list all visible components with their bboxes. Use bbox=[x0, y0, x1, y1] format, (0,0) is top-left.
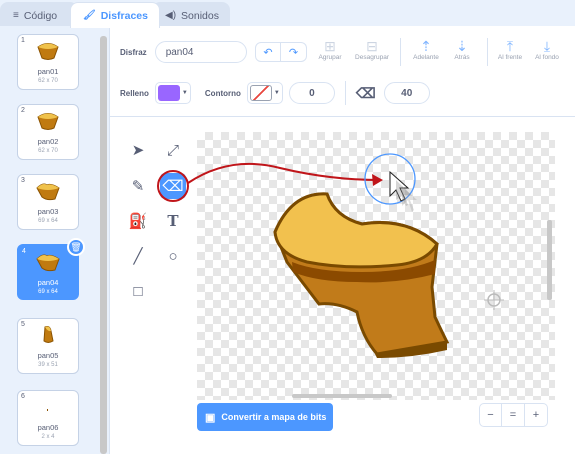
to-front-icon: ⤒ bbox=[506, 38, 514, 54]
undo-button[interactable]: ↶ bbox=[255, 42, 281, 62]
to-back-icon: ⤓ bbox=[543, 38, 551, 54]
speaker-icon: ◀) bbox=[165, 10, 177, 21]
zoom-reset-button[interactable]: = bbox=[502, 403, 525, 427]
forward-icon: ⇡ bbox=[420, 38, 432, 54]
paint-bucket-icon: ⛽ bbox=[128, 213, 148, 230]
costume-item-5[interactable]: 5 pan05 39 x 51 bbox=[17, 318, 79, 374]
circle-icon: ○ bbox=[168, 247, 178, 265]
line-tool[interactable]: ╱ bbox=[125, 243, 151, 269]
chevron-down-icon: ▼ bbox=[181, 90, 188, 96]
canvas-vertical-scrollbar[interactable] bbox=[547, 220, 552, 300]
zoom-in-icon: + bbox=[532, 409, 540, 421]
costume-item-3[interactable]: 3 pan03 69 x 64 bbox=[17, 174, 79, 230]
chevron-down-icon: ▼ bbox=[273, 90, 280, 96]
costume-list: 1 pan01 62 x 70 2 pan02 62 x 70 3 pan03 … bbox=[0, 26, 110, 454]
style-row: Relleno ▼ Contorno ▼ 0 ⌫ 40 bbox=[120, 81, 430, 105]
circle-tool[interactable]: ○ bbox=[160, 243, 186, 269]
costume-item-4-selected[interactable]: 4 pan04 69 x 64 🗑 bbox=[17, 238, 85, 300]
tab-sounds[interactable]: ◀) Sonidos bbox=[152, 2, 230, 28]
line-icon: ╱ bbox=[133, 248, 143, 265]
text-tool[interactable]: T bbox=[160, 208, 186, 234]
editor-tabs: ≡ Código 🖌 Disfraces ◀) Sonidos bbox=[0, 0, 575, 28]
backward-button[interactable]: ⇣ Atrás bbox=[442, 38, 482, 61]
brush-tool[interactable]: ✎ bbox=[125, 173, 151, 199]
costume-item-2[interactable]: 2 pan02 62 x 70 bbox=[17, 104, 79, 160]
costume-drawing bbox=[273, 192, 552, 398]
paint-editor: Disfraz pan04 ↶ ↷ ⊞ Agrupar ⊟ Desagrupar… bbox=[110, 26, 575, 454]
eraser-icon: ⌫ bbox=[162, 178, 184, 195]
zoom-out-button[interactable]: − bbox=[479, 403, 502, 427]
fill-tool[interactable]: ⛽ bbox=[125, 208, 151, 234]
code-icon: ≡ bbox=[13, 10, 19, 21]
to-front-button[interactable]: ⤒ Al frente bbox=[490, 38, 530, 61]
zoom-out-icon: − bbox=[487, 409, 494, 421]
divider bbox=[487, 38, 488, 66]
costume-item-1[interactable]: 1 pan01 62 x 70 bbox=[17, 34, 79, 90]
reshape-tool[interactable]: ⤢ bbox=[160, 137, 186, 163]
select-tool[interactable]: ➤ bbox=[125, 137, 151, 163]
costume-item-6[interactable]: 6 pan06 2 x 4 bbox=[17, 390, 79, 446]
costume-thumbnail bbox=[37, 113, 59, 130]
undo-redo-group: ↶ ↷ bbox=[255, 42, 307, 62]
fill-color-picker[interactable]: ▼ bbox=[154, 82, 191, 104]
delete-costume-button[interactable]: 🗑 bbox=[67, 238, 85, 256]
rectangle-tool[interactable]: □ bbox=[125, 278, 151, 304]
convert-to-bitmap-button[interactable]: ▣ Convertir a mapa de bits bbox=[197, 403, 333, 431]
costume-thumbnail bbox=[36, 183, 60, 201]
rectangle-icon: □ bbox=[133, 282, 143, 300]
trash-icon: 🗑 bbox=[70, 242, 82, 252]
costume-thumbnail bbox=[47, 409, 48, 411]
costume-thumbnail bbox=[37, 43, 59, 60]
to-back-button[interactable]: ⤓ Al fondo bbox=[527, 38, 567, 61]
text-icon: T bbox=[167, 212, 179, 230]
redo-button[interactable]: ↷ bbox=[281, 42, 307, 62]
costume-name-input[interactable]: pan04 bbox=[154, 41, 247, 63]
image-icon: ▣ bbox=[205, 411, 216, 424]
zoom-in-button[interactable]: + bbox=[525, 403, 548, 427]
no-outline-swatch bbox=[249, 85, 272, 101]
forward-button[interactable]: ⇡ Adelante bbox=[406, 38, 446, 61]
divider bbox=[400, 38, 401, 66]
canvas-horizontal-scrollbar[interactable] bbox=[292, 394, 392, 398]
drawing-canvas[interactable] bbox=[197, 132, 555, 400]
costume-thumbnail bbox=[36, 254, 60, 272]
outline-width-input[interactable]: 0 bbox=[288, 82, 335, 104]
redo-icon: ↷ bbox=[288, 46, 299, 59]
group-icon: ⊞ bbox=[324, 38, 336, 54]
costume-name-row: Disfraz pan04 bbox=[120, 41, 247, 63]
tab-code[interactable]: ≡ Código bbox=[0, 2, 78, 28]
costume-list-scrollbar[interactable] bbox=[100, 36, 107, 454]
fill-color-swatch bbox=[157, 85, 180, 101]
ungroup-button[interactable]: ⊟ Desagrupar bbox=[352, 38, 392, 61]
reshape-icon: ⤢ bbox=[166, 141, 179, 159]
toolbar-divider bbox=[110, 116, 575, 117]
eraser-tool[interactable]: ⌫ bbox=[160, 173, 186, 199]
zoom-reset-icon: = bbox=[509, 409, 517, 421]
brush-icon: 🖌 bbox=[83, 10, 96, 21]
backward-icon: ⇣ bbox=[456, 38, 468, 54]
costume-thumbnail bbox=[43, 326, 54, 343]
group-button[interactable]: ⊞ Agrupar bbox=[310, 38, 350, 61]
ungroup-icon: ⊟ bbox=[366, 38, 378, 54]
tab-costumes[interactable]: 🖌 Disfraces bbox=[70, 2, 160, 28]
arrow-cursor-icon: ➤ bbox=[131, 142, 145, 159]
eraser-size-input[interactable]: 40 bbox=[383, 82, 430, 104]
divider bbox=[344, 81, 346, 105]
brush-icon: ✎ bbox=[131, 178, 145, 195]
outline-color-picker[interactable]: ▼ bbox=[246, 82, 283, 104]
undo-icon: ↶ bbox=[263, 46, 273, 59]
eraser-icon: ⌫ bbox=[355, 84, 376, 101]
